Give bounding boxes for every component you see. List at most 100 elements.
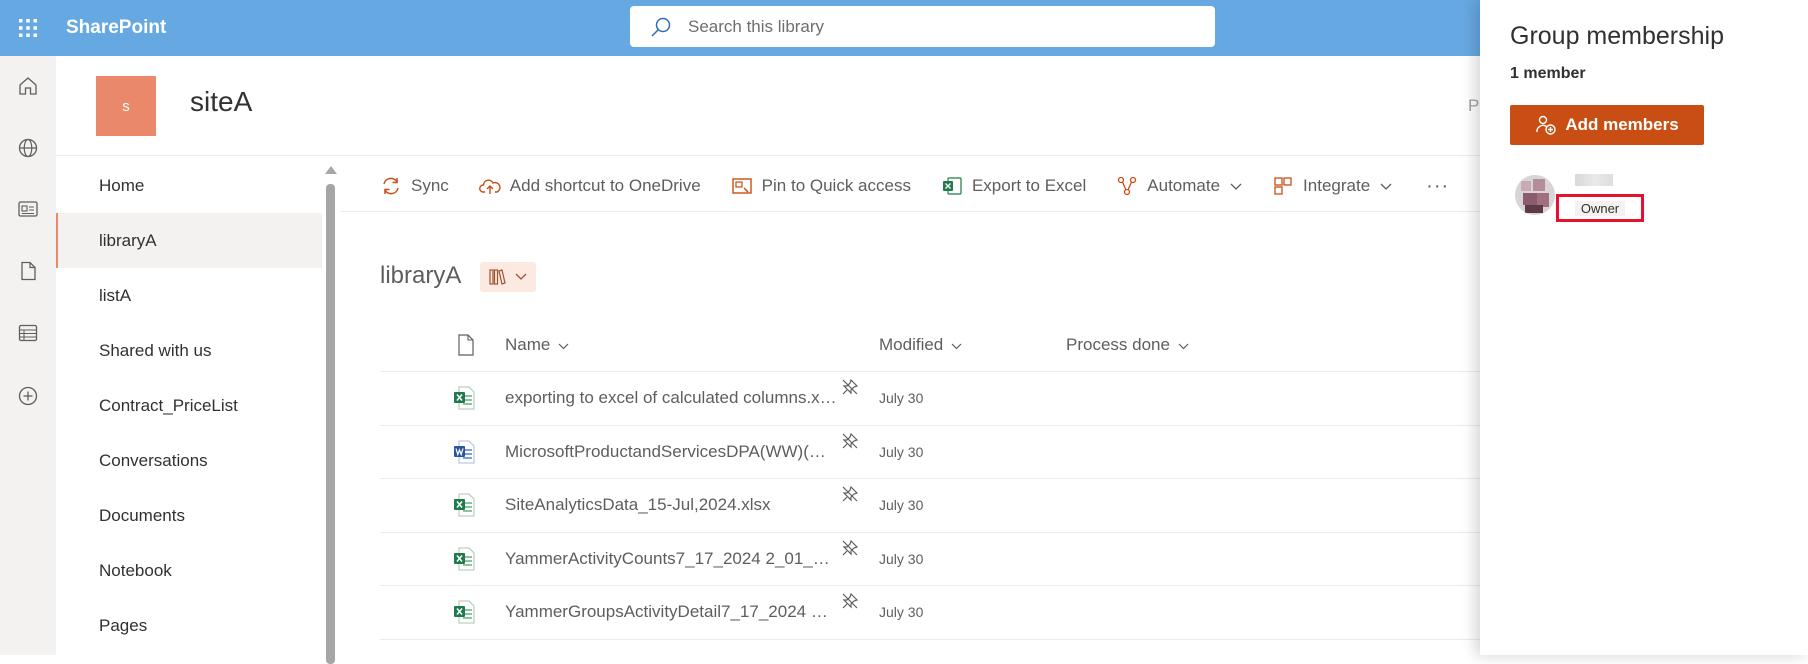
integrate-icon	[1272, 175, 1294, 197]
news-icon[interactable]	[13, 194, 43, 224]
unpin-icon[interactable]	[841, 378, 859, 401]
modified-column-header[interactable]: Modified	[879, 335, 962, 355]
table-row[interactable]: SiteAnalyticsData_15-Jul,2024.xlsx July 3…	[380, 479, 1480, 533]
lists-icon[interactable]	[13, 318, 43, 348]
nav-item-lista[interactable]: listA	[56, 268, 322, 323]
excel-file-icon	[380, 493, 505, 517]
excel-file-icon	[380, 547, 505, 571]
file-name-link[interactable]: exporting to excel of calculated columns…	[505, 388, 837, 408]
search-icon	[651, 17, 671, 37]
globe-icon[interactable]	[13, 133, 43, 163]
more-commands-button[interactable]: ···	[1426, 175, 1449, 198]
modified-date: July 30	[879, 604, 924, 621]
left-navigation: Home libraryA listA Shared with us Contr…	[56, 158, 322, 653]
excel-file-icon	[380, 386, 505, 410]
automate-button[interactable]: Automate	[1116, 175, 1242, 197]
file-list: Name Modified Process done exporting to …	[380, 318, 1480, 640]
file-icon[interactable]	[13, 256, 43, 286]
file-name-link[interactable]: YammerGroupsActivityDetail7_17_2024 2_01…	[505, 602, 837, 622]
group-membership-panel: Group membership 1 member Add members Ow…	[1480, 0, 1808, 655]
role-highlight-box: Owner	[1556, 194, 1644, 222]
word-file-icon	[380, 440, 505, 464]
chevron-down-icon	[951, 335, 962, 355]
header-partial-text: Pu	[1468, 96, 1480, 115]
file-name-link[interactable]: MicrosoftProductandServicesDPA(WW)(Engli…	[505, 442, 837, 462]
view-switcher-button[interactable]	[480, 262, 536, 292]
member-name-redacted	[1575, 174, 1613, 186]
sync-button[interactable]: Sync	[380, 175, 449, 197]
list-header: Name Modified Process done	[380, 318, 1480, 372]
chevron-down-icon	[515, 273, 527, 280]
create-icon[interactable]	[13, 381, 43, 411]
pin-window-icon	[731, 175, 753, 197]
nav-item-notebook[interactable]: Notebook	[56, 543, 322, 598]
chevron-down-icon	[558, 335, 569, 355]
site-logo[interactable]: s	[96, 76, 156, 136]
integrate-button[interactable]: Integrate	[1272, 175, 1392, 197]
file-name-link[interactable]: YammerActivityCounts7_17_2024 2_01_07 AM…	[505, 549, 837, 569]
panel-title: Group membership	[1510, 22, 1724, 50]
modified-date: July 30	[879, 443, 924, 460]
unpin-icon[interactable]	[841, 539, 859, 562]
unpin-icon[interactable]	[841, 485, 859, 508]
member-role: Owner	[1574, 200, 1626, 216]
brand-link[interactable]: SharePoint	[66, 17, 166, 39]
process-done-column-header[interactable]: Process done	[1066, 335, 1189, 355]
modified-header-label: Modified	[879, 334, 944, 354]
nav-item-documents[interactable]: Documents	[56, 488, 322, 543]
name-column-header[interactable]: Name	[505, 335, 569, 355]
sync-icon	[380, 175, 402, 197]
scrollbar-thumb[interactable]	[326, 184, 335, 664]
unpin-icon[interactable]	[841, 592, 859, 615]
sync-label: Sync	[411, 176, 449, 195]
nav-scrollbar[interactable]	[325, 162, 337, 664]
pin-quick-access-button[interactable]: Pin to Quick access	[731, 175, 911, 197]
add-members-button[interactable]: Add members	[1510, 105, 1704, 145]
add-shortcut-button[interactable]: Add shortcut to OneDrive	[478, 175, 701, 197]
library-view-icon	[489, 269, 506, 285]
table-row[interactable]: YammerActivityCounts7_17_2024 2_01_07 AM…	[380, 533, 1480, 586]
nav-item-shared-with-us[interactable]: Shared with us	[56, 323, 322, 378]
chevron-down-icon	[1230, 176, 1242, 196]
export-excel-button[interactable]: Export to Excel	[941, 175, 1086, 197]
document-icon	[458, 333, 474, 356]
waffle-icon	[19, 19, 37, 37]
automate-label: Automate	[1147, 176, 1221, 195]
search-input[interactable]	[686, 15, 1166, 38]
automate-icon	[1116, 175, 1138, 197]
add-people-icon	[1535, 114, 1557, 136]
home-icon[interactable]	[13, 71, 43, 101]
app-launcher-button[interactable]	[0, 0, 56, 56]
cloud-shortcut-icon	[478, 175, 501, 197]
excel-icon	[941, 175, 963, 197]
command-divider	[340, 211, 1480, 212]
name-header-label: Name	[505, 334, 551, 354]
pin-label: Pin to Quick access	[761, 176, 911, 195]
table-row[interactable]: exporting to excel of calculated columns…	[380, 372, 1480, 426]
unpin-icon[interactable]	[841, 432, 859, 455]
process-header-label: Process done	[1066, 334, 1170, 354]
avatar[interactable]	[1515, 175, 1555, 215]
nav-item-conversations[interactable]: Conversations	[56, 433, 322, 488]
library-title[interactable]: libraryA	[380, 262, 461, 290]
member-count: 1 member	[1510, 65, 1586, 82]
command-bar: Sync Add shortcut to OneDrive Pin to Qui…	[380, 162, 1480, 210]
nav-item-contract-pricelist[interactable]: Contract_PriceList	[56, 378, 322, 433]
export-label: Export to Excel	[971, 176, 1087, 195]
file-name-link[interactable]: SiteAnalyticsData_15-Jul,2024.xlsx	[505, 495, 837, 515]
add-members-label: Add members	[1565, 115, 1679, 134]
app-bar	[0, 56, 56, 655]
nav-item-librarya[interactable]: libraryA	[56, 213, 322, 268]
add-shortcut-label: Add shortcut to OneDrive	[509, 176, 701, 195]
site-title[interactable]: siteA	[190, 86, 252, 118]
nav-item-home[interactable]: Home	[56, 158, 322, 213]
file-type-header[interactable]	[380, 333, 505, 356]
modified-date: July 30	[879, 550, 924, 567]
search-box[interactable]	[630, 6, 1215, 47]
nav-item-pages[interactable]: Pages	[56, 598, 322, 653]
chevron-down-icon	[1178, 335, 1189, 355]
table-row[interactable]: MicrosoftProductandServicesDPA(WW)(Engli…	[380, 426, 1480, 479]
suite-header: SharePoint	[0, 0, 1480, 56]
table-row[interactable]: YammerGroupsActivityDetail7_17_2024 2_01…	[380, 586, 1480, 640]
scroll-up-arrow-icon[interactable]	[325, 166, 337, 174]
